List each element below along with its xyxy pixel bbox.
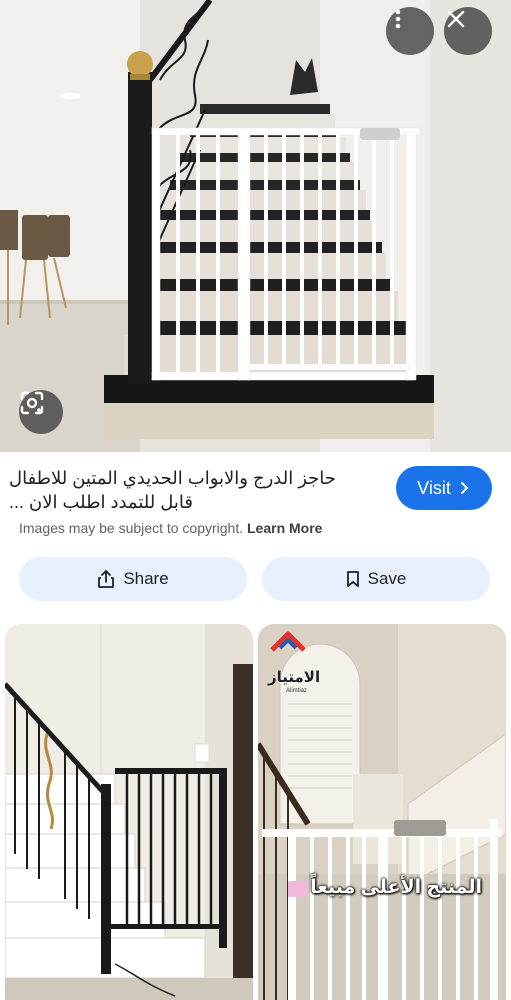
visit-button[interactable]: Visit — [396, 466, 492, 510]
brand-name: الامتياز — [268, 669, 321, 686]
close-button[interactable] — [444, 7, 492, 55]
learn-more-link[interactable]: Learn More — [247, 520, 322, 536]
copyright-notice: Images may be subject to copyright. Lear… — [19, 520, 322, 536]
lens-icon — [20, 391, 44, 415]
share-icon — [98, 570, 115, 588]
stair-gate-photo — [0, 0, 511, 452]
related-caption: المنتج الأعلى مبيعاً — [310, 877, 482, 898]
copyright-text: Images may be subject to copyright. — [19, 520, 244, 536]
bookmark-icon — [346, 571, 359, 587]
more-vert-icon — [395, 9, 401, 29]
close-icon — [447, 10, 465, 28]
visit-label: Visit — [417, 477, 451, 498]
save-button[interactable]: Save — [262, 557, 490, 601]
related-image-1[interactable] — [5, 624, 253, 1000]
share-button[interactable]: Share — [19, 557, 247, 601]
share-label: Share — [123, 569, 169, 588]
more-options-button[interactable] — [386, 7, 434, 55]
save-label: Save — [367, 569, 407, 588]
result-title[interactable]: حاجز الدرج والابواب الحديدي المتين للاطف… — [9, 466, 339, 514]
brand-subtitle: Alimtiaz — [286, 688, 308, 694]
related-image-2[interactable]: الامتياز Alimtiaz المنتج الأعلى مبيعاً — [258, 624, 506, 1000]
tag-icon — [288, 881, 308, 897]
black-stair-gate-photo — [5, 624, 253, 1000]
lens-search-button[interactable] — [19, 390, 63, 434]
chevron-right-icon — [460, 482, 469, 494]
main-image[interactable] — [0, 0, 511, 452]
